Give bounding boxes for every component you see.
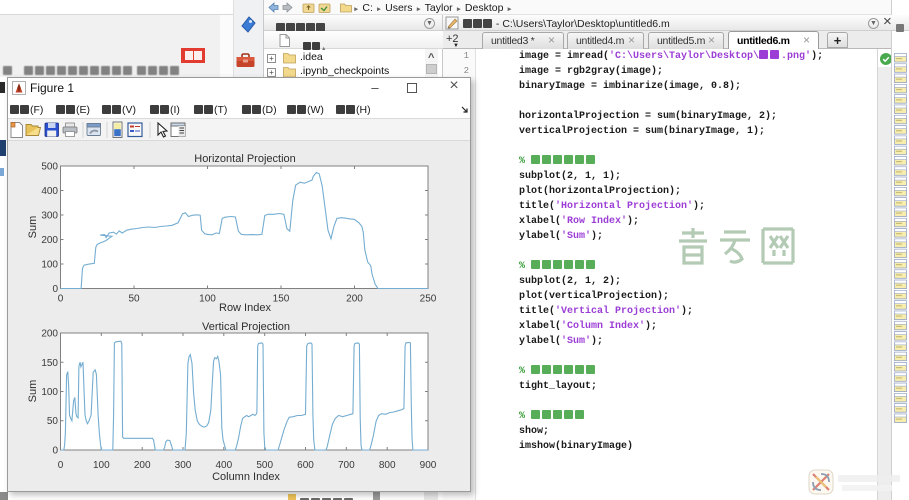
svg-text:400: 400 xyxy=(41,186,58,197)
svg-text:100: 100 xyxy=(41,387,58,398)
svg-text:0: 0 xyxy=(52,284,58,295)
svg-text:300: 300 xyxy=(175,460,192,471)
svg-text:Sum: Sum xyxy=(27,380,39,403)
svg-text:Row Index: Row Index xyxy=(219,302,271,314)
svg-text:200: 200 xyxy=(346,294,363,305)
svg-text:150: 150 xyxy=(273,294,290,305)
svg-text:200: 200 xyxy=(41,329,58,340)
svg-text:600: 600 xyxy=(297,460,314,471)
svg-text:500: 500 xyxy=(256,460,273,471)
svg-text:400: 400 xyxy=(215,460,232,471)
svg-text:100: 100 xyxy=(93,460,110,471)
svg-text:300: 300 xyxy=(41,211,58,222)
svg-text:500: 500 xyxy=(41,162,58,173)
svg-text:50: 50 xyxy=(128,294,140,305)
svg-text:200: 200 xyxy=(134,460,151,471)
svg-text:Sum: Sum xyxy=(27,216,39,239)
svg-text:900: 900 xyxy=(420,460,437,471)
svg-text:150: 150 xyxy=(41,358,58,369)
svg-text:0: 0 xyxy=(58,294,64,305)
svg-text:700: 700 xyxy=(338,460,355,471)
svg-text:800: 800 xyxy=(379,460,396,471)
svg-text:Column Index: Column Index xyxy=(212,471,280,483)
svg-text:50: 50 xyxy=(47,416,59,427)
svg-text:100: 100 xyxy=(199,294,216,305)
svg-text:0: 0 xyxy=(52,446,58,457)
svg-text:Horizontal Projection: Horizontal Projection xyxy=(194,153,296,165)
svg-text:Vertical Projection: Vertical Projection xyxy=(202,321,290,333)
svg-text:100: 100 xyxy=(41,260,58,271)
svg-text:0: 0 xyxy=(58,460,64,471)
svg-text:250: 250 xyxy=(420,294,437,305)
svg-text:200: 200 xyxy=(41,235,58,246)
